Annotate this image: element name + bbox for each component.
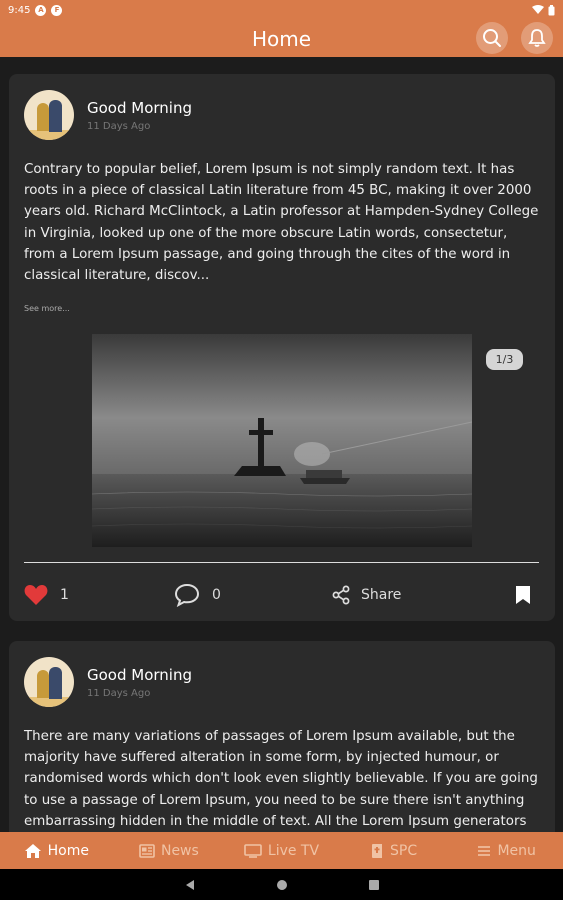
recents-icon[interactable] [368,879,380,891]
comment-icon [174,583,200,607]
heart-icon [24,585,48,605]
bookmark-button[interactable] [515,580,531,610]
search-button[interactable] [476,22,508,54]
status-bar: 9:45 A F [0,0,563,20]
divider [24,562,539,563]
book-icon [372,843,383,858]
tv-icon [244,843,262,858]
avatar[interactable] [24,90,74,140]
nav-label: Live TV [267,842,320,859]
comment-button[interactable]: 0 [174,580,221,610]
post-author[interactable]: Good Morning [87,99,192,117]
nav-item-live-tv[interactable]: Live TV [225,832,338,869]
menu-icon [478,845,491,856]
nav-item-news[interactable]: News [113,832,226,869]
share-label: Share [361,587,402,603]
post-actions: 1 0 Share [9,580,555,610]
nav-label: News [160,842,199,859]
nav-label: Menu [497,842,536,859]
avatar[interactable] [24,657,74,707]
nav-label: SPC [390,842,418,859]
post-card: Good Morning 11 Days Ago Contrary to pop… [9,74,555,621]
nav-item-home[interactable]: Home [0,832,113,869]
notifications-button[interactable] [521,22,553,54]
nav-item-menu[interactable]: Menu [450,832,563,869]
battery-icon [548,4,555,15]
post-header: Good Morning 11 Days Ago [24,90,192,140]
bell-icon [528,29,546,47]
news-icon [139,843,155,858]
system-nav [0,869,563,900]
status-time: 9:45 [8,4,31,16]
post-time: 11 Days Ago [87,120,151,132]
post-text: Contrary to popular belief, Lorem Ipsum … [24,162,539,284]
status-notification-icon: F [51,4,63,16]
post-image[interactable] [92,334,472,547]
page-title: Home [251,26,312,51]
home-circle-icon[interactable] [276,879,288,891]
app-bar: Home [0,20,563,57]
comment-count: 0 [212,587,221,603]
feed[interactable]: Good Morning 11 Days Ago Contrary to pop… [0,57,563,832]
home-icon [24,843,41,858]
nav-label: Home [47,842,89,859]
bookmark-icon [516,586,530,604]
like-button[interactable]: 1 [24,580,69,610]
nav-item-spc[interactable]: SPC [338,832,451,869]
back-icon[interactable] [184,879,196,891]
share-icon [332,585,350,605]
post-card: Good Morning 11 Days Ago There are many … [9,641,555,832]
post-header: Good Morning 11 Days Ago [24,657,192,707]
post-author[interactable]: Good Morning [87,666,192,684]
see-more-link[interactable]: See more... [24,304,70,313]
post-text: There are many variations of passages of… [24,729,538,829]
image-counter: 1/3 [486,349,523,370]
like-count: 1 [60,587,69,603]
bottom-nav: Home News Live TV SPC Menu [0,832,563,869]
search-icon [483,29,501,47]
status-notification-icon: A [35,4,47,16]
share-button[interactable]: Share [331,580,401,610]
wifi-icon [532,5,544,14]
post-time: 11 Days Ago [87,687,151,699]
